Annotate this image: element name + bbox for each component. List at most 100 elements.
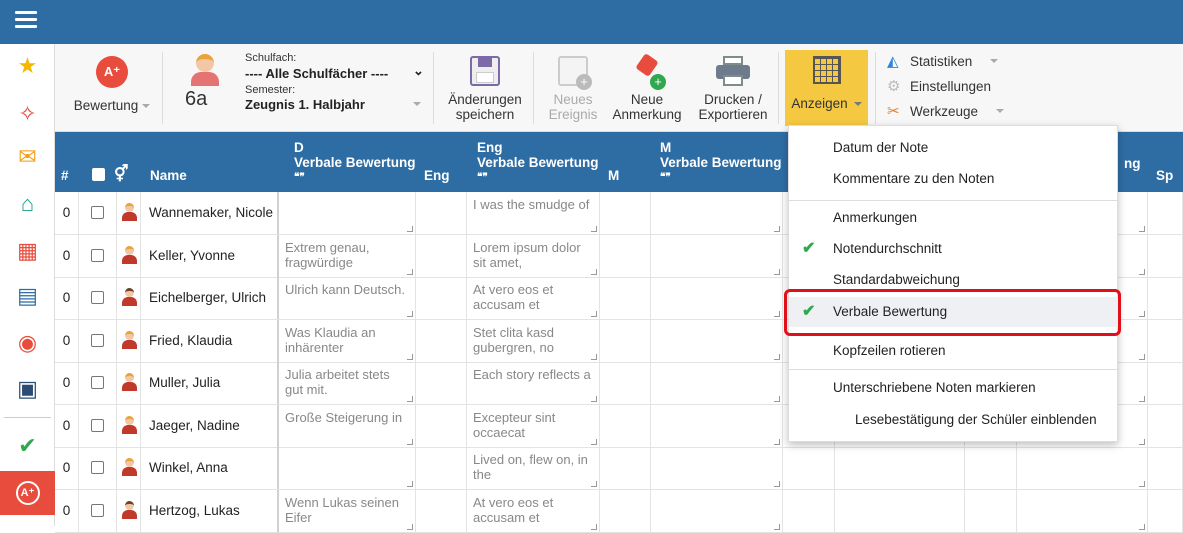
schulfach-select[interactable]: ---- Alle Schulfächer ---- ⌄ (245, 63, 425, 83)
grade-cell[interactable] (965, 489, 1017, 532)
verbal-assessment-textarea[interactable]: Was Klaudia an inhärenter (279, 319, 416, 362)
grade-cell[interactable] (416, 447, 467, 489)
column-m[interactable]: M (608, 168, 619, 183)
grade-cell[interactable] (600, 192, 651, 234)
resize-handle-icon[interactable] (591, 268, 597, 275)
verbal-assessment-textarea[interactable]: Lorem ipsum dolor sit amet, (467, 234, 600, 277)
resize-handle-icon[interactable] (407, 481, 413, 487)
grade-cell[interactable] (600, 489, 651, 532)
column-sp[interactable]: Sp (1156, 168, 1173, 183)
row-checkbox[interactable] (91, 461, 104, 474)
grade-cell[interactable] (1148, 319, 1183, 362)
verbal-assessment-textarea[interactable]: Excepteur sint occaecat (467, 404, 600, 447)
grade-cell[interactable] (783, 489, 835, 532)
verbal-assessment-textarea[interactable]: Ulrich kann Deutsch. (279, 277, 416, 319)
dropdown-item[interactable]: ✔ Notendurchschnitt (789, 234, 1119, 264)
dropdown-item[interactable]: Unterschriebene Noten markieren (789, 373, 1119, 403)
row-checkbox[interactable] (91, 376, 104, 389)
column-name[interactable]: Name (150, 168, 187, 183)
grade-cell[interactable] (1148, 362, 1183, 404)
grade-cell[interactable] (965, 447, 1017, 489)
grade-cell[interactable] (416, 319, 467, 362)
magic-wand-icon[interactable]: ✧ (0, 94, 55, 134)
notebook-icon[interactable]: ▤ (0, 276, 55, 316)
semester-select[interactable]: Zeugnis 1. Halbjahr (245, 96, 425, 114)
resize-handle-icon[interactable] (774, 523, 780, 530)
grid-icon[interactable]: ▦ (0, 231, 55, 271)
verbal-assessment-textarea[interactable] (651, 362, 783, 404)
column-m-verbal[interactable]: M Verbale Bewertung ❝❞ (660, 140, 782, 183)
resize-handle-icon[interactable] (774, 353, 780, 360)
resize-handle-icon[interactable] (774, 396, 780, 402)
row-checkbox[interactable] (91, 503, 104, 517)
resize-handle-icon[interactable] (774, 481, 780, 487)
column-eng[interactable]: Eng (424, 168, 450, 183)
resize-handle-icon[interactable] (774, 438, 780, 445)
grade-cell[interactable] (1148, 277, 1183, 319)
verbal-assessment-textarea[interactable]: Große Steigerung in (279, 404, 416, 447)
show-button[interactable]: Anzeigen (785, 50, 868, 126)
grade-cell[interactable] (600, 319, 651, 362)
grade-cell[interactable] (1148, 447, 1183, 489)
select-all-checkbox[interactable] (92, 168, 105, 181)
resize-handle-icon[interactable] (1139, 353, 1145, 360)
dropdown-item[interactable]: Datum der Note (789, 133, 1119, 163)
grade-cell[interactable] (600, 447, 651, 489)
verbal-assessment-textarea[interactable]: Extrem genau, fragwürdige (279, 234, 416, 277)
row-checkbox[interactable] (91, 248, 104, 262)
row-checkbox[interactable] (91, 418, 104, 432)
resize-handle-icon[interactable] (407, 353, 413, 360)
verbal-assessment-textarea[interactable]: At vero eos et accusam et (467, 277, 600, 319)
resize-handle-icon[interactable] (1139, 481, 1145, 487)
grade-cell[interactable] (1148, 192, 1183, 234)
resize-handle-icon[interactable] (591, 438, 597, 445)
grade-cell[interactable] (416, 489, 467, 532)
resize-handle-icon[interactable] (407, 226, 413, 232)
resize-handle-icon[interactable] (407, 396, 413, 402)
dropdown-item[interactable]: Anmerkungen (789, 203, 1119, 233)
new-note-button[interactable]: + Neue Anmerkung (610, 53, 684, 122)
column-d-verbal[interactable]: D Verbale Bewertung ❝❞ (294, 140, 416, 183)
verbal-assessment-textarea[interactable] (651, 234, 783, 277)
verbal-assessment-textarea[interactable] (279, 192, 416, 234)
class-selector[interactable]: 6a (177, 54, 232, 109)
row-checkbox[interactable] (91, 291, 104, 304)
resize-handle-icon[interactable] (591, 311, 597, 317)
grade-cell[interactable] (416, 234, 467, 277)
verbal-assessment-textarea[interactable] (651, 489, 783, 532)
verbal-assessment-textarea[interactable]: Wenn Lukas seinen Eifer (279, 489, 416, 532)
grade-cell[interactable] (600, 277, 651, 319)
hamburger-menu-icon[interactable] (15, 11, 37, 29)
dropdown-item[interactable]: Kopfzeilen rotieren (789, 336, 1119, 366)
resize-handle-icon[interactable] (591, 353, 597, 360)
new-event-button[interactable]: + Neues Ereignis (542, 54, 604, 122)
column-partial[interactable]: ng (1124, 156, 1141, 171)
grade-cell[interactable] (600, 404, 651, 447)
resize-handle-icon[interactable] (774, 268, 780, 275)
resize-handle-icon[interactable] (591, 226, 597, 232)
verbal-assessment-textarea[interactable] (651, 277, 783, 319)
resize-handle-icon[interactable] (774, 226, 780, 232)
tools-menu[interactable]: ✂ Werkzeuge (887, 102, 1005, 120)
statistics-menu[interactable]: ◭ Statistiken (887, 52, 999, 70)
verbal-assessment-textarea[interactable]: At vero eos et accusam et (467, 489, 600, 532)
resize-handle-icon[interactable] (1139, 438, 1145, 445)
resize-handle-icon[interactable] (407, 523, 413, 530)
verbal-assessment-textarea[interactable]: Lived on, flew on, in the (467, 447, 600, 489)
star-icon[interactable]: ★ (0, 46, 55, 86)
resize-handle-icon[interactable] (591, 481, 597, 487)
dropdown-item[interactable]: Kommentare zu den Noten (789, 164, 1119, 194)
home-icon[interactable]: ⌂ (0, 184, 55, 224)
bewertung-button[interactable]: A⁺ Bewertung (72, 52, 152, 113)
grade-cell[interactable] (783, 447, 835, 489)
check-circle-icon[interactable]: ✔ (0, 426, 55, 466)
resize-handle-icon[interactable] (591, 396, 597, 402)
verbal-assessment-textarea[interactable] (651, 192, 783, 234)
resize-handle-icon[interactable] (1139, 226, 1145, 232)
verbal-assessment-textarea[interactable] (1017, 489, 1148, 532)
grade-cell[interactable] (416, 404, 467, 447)
verbal-assessment-textarea[interactable]: Each story reflects a (467, 362, 600, 404)
grade-icon[interactable]: A⁺ (0, 471, 55, 515)
verbal-assessment-textarea[interactable] (651, 447, 783, 489)
mail-icon[interactable]: ✉ (0, 137, 55, 177)
